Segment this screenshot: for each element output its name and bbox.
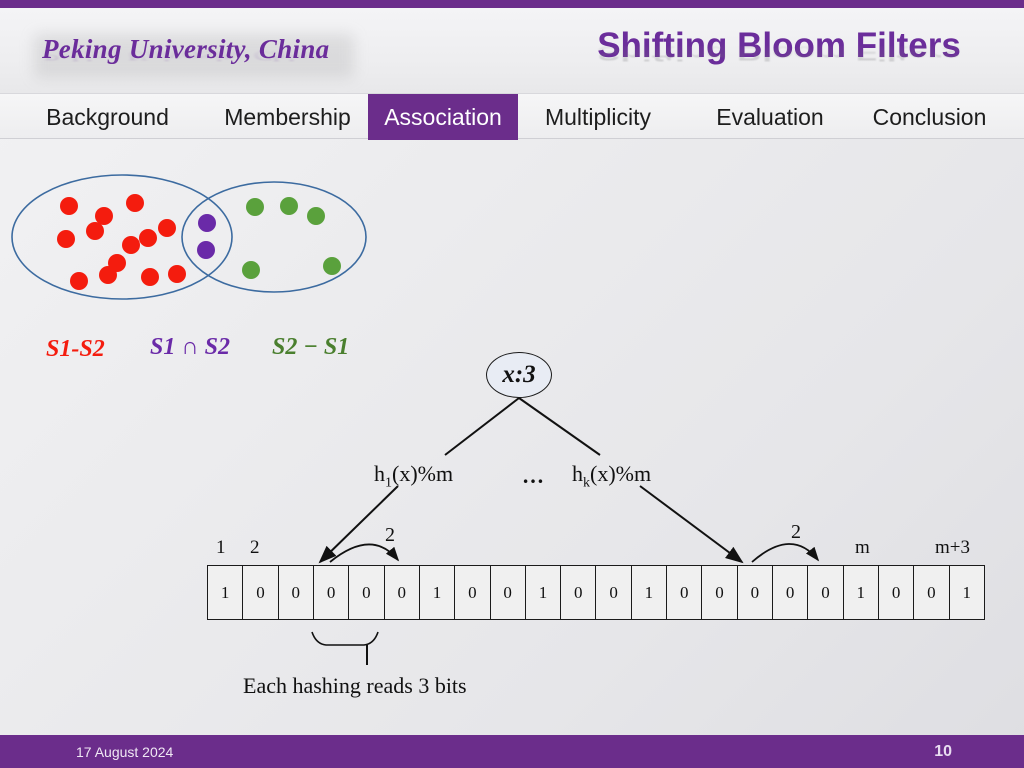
hash-ellipsis: … [522,463,546,488]
bit-cell: 1 [962,582,971,602]
bit-cell: 0 [596,566,632,619]
bit-cell: 1 [420,566,456,619]
venn-dot-s1-only [141,268,159,286]
page-title-reflection: Shifting Bloom Filters [597,40,961,65]
h1-suffix: (x)%m [392,461,454,486]
venn-dot-s1-only [108,254,126,272]
bit-cell: 0 [455,566,491,619]
venn-dot-s1-only [158,219,176,237]
slide-footer: 17 August 2024 10 [0,735,1024,768]
nav-item-label: Evaluation [716,103,824,130]
venn-dot-intersection [198,214,216,232]
nav-item-label: Membership [224,103,351,130]
venn-dot-s1-only [139,229,157,247]
array-index-label: 1 [216,537,226,558]
array-index-label: m [855,537,870,558]
venn-dot-s1-only [95,207,113,225]
bit-cell: 1 [632,566,668,619]
venn-dot-intersection [197,241,215,259]
hk-suffix: (x)%m [590,461,652,486]
page-title: Shifting Bloom Filters Shifting Bloom Fi… [564,26,994,92]
nav-item-background[interactable]: Background [35,94,180,140]
venn-dot-s1-only [99,266,117,284]
nav-item-conclusion[interactable]: Conclusion [862,94,997,140]
nav-item-label: Background [46,103,169,130]
shift-offset-label: 2 [791,521,801,543]
bit-cell: 0 [243,566,279,619]
h1-prefix: h [374,461,385,486]
bit-cell: 0 [667,566,703,619]
h1-subscript: 1 [385,475,392,491]
bit-cell: 0 [738,566,773,619]
footer-page-number: 10 [934,742,952,760]
element-node-x: x:3 [486,352,552,398]
nav-item-association[interactable]: Association [368,94,518,140]
slide-canvas: Peking University, China Peking Universi… [0,0,1024,768]
arrow-x-to-hk [518,397,601,456]
bit-cell: 0 [349,566,385,619]
hash-function-1-label: h1(x)%m [374,461,453,491]
bit-cell: 0 [914,566,950,619]
footer-date: 17 August 2024 [76,743,174,760]
bit-cell: 0 [385,566,420,619]
venn-dot-s1-only [122,236,140,254]
bit-cell: 0 [491,566,526,619]
logo-reflection: Peking University, China [42,47,323,65]
nav-item-membership[interactable]: Membership [215,94,360,140]
bit-cell: 0 [314,566,350,619]
university-logo: Peking University, China Peking Universi… [34,30,354,82]
slide-header: Peking University, China Peking Universi… [0,8,1024,93]
nav-item-multiplicity[interactable]: Multiplicity [528,94,668,140]
venn-dot-s2-only [246,198,264,216]
arrow-x-to-h1 [444,397,520,456]
brace-3bits [311,631,379,646]
bit-cell: 0 [702,566,738,619]
array-index-label: m+3 [935,537,970,558]
hk-subscript: k [583,475,590,491]
nav-item-label: Multiplicity [544,103,652,130]
bit-cell: 0 [808,566,844,619]
venn-dot-s2-only [307,207,325,225]
venn-dot-s1-only [70,272,88,290]
array-index-label: 2 [250,537,260,558]
section-nav-bar: Background Membership Association Multiplic… [0,93,1024,140]
venn-dot-s2-only [242,261,260,279]
nav-item-evaluation[interactable]: Evaluation [705,94,835,140]
venn-dot-s2-only [323,257,341,275]
venn-dot-s1-only [60,197,78,215]
venn-diagram [11,174,367,300]
nav-item-label: Conclusion [872,103,987,130]
venn-label-0: S1-S2 [46,336,105,362]
venn-dot-s1-only [86,222,104,240]
curve-shift-left [329,543,400,563]
venn-dot-s2-only [280,197,298,215]
venn-label-2: S2 − S1 [272,334,350,360]
bit-array: 1000001001001000001001 [207,565,985,620]
bit-cell: 1 [208,566,244,619]
bit-cell: 0 [561,566,597,619]
bit-cell: 0 [773,566,809,619]
hk-prefix: h [572,461,583,486]
venn-label-1: S1 ∩ S2 [150,334,230,360]
arrow-hk-to-array [639,485,744,564]
shift-offset-label: 2 [385,524,395,546]
bit-cell: 0 [279,566,314,619]
bit-cell: 1 [844,566,879,619]
venn-dot-s1-only [126,194,144,212]
curve-shift-right [751,543,820,563]
venn-circle-s1 [11,174,233,300]
nav-item-label: Association [384,103,502,130]
bits-caption: Each hashing reads 3 bits [243,673,467,698]
hash-function-k-label: hk(x)%m [572,461,651,491]
venn-dot-s1-only [168,265,186,283]
bit-cell: 0 [879,566,915,619]
venn-dot-s1-only [57,230,75,248]
venn-circle-s2 [181,181,367,293]
bit-cell: 1 [526,566,562,619]
top-accent-bar [0,0,1024,8]
